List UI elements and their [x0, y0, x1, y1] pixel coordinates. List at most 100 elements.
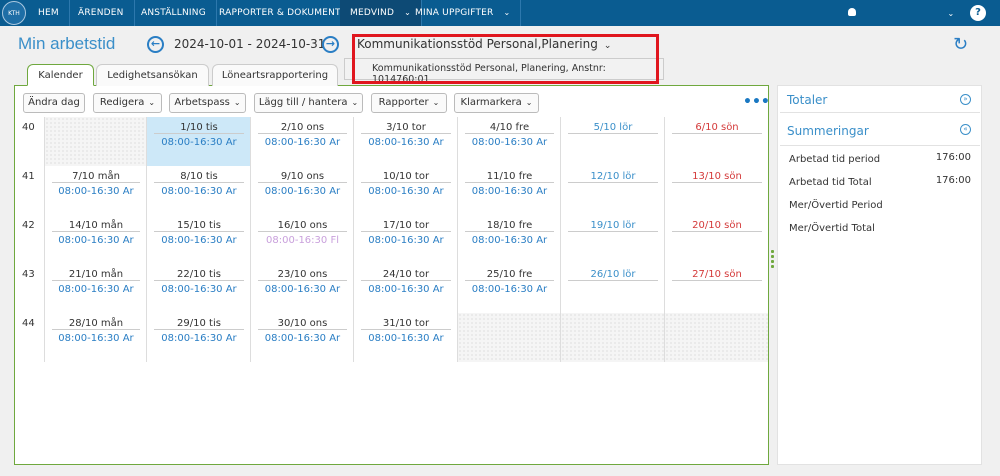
calendar-day-cell[interactable]: 15/10 tis 08:00-16:30 Ar	[146, 215, 250, 264]
shift-entry[interactable]: 08:00-16:30 Ar	[458, 186, 561, 197]
calendar-day-cell[interactable]: 2/10 ons 08:00-16:30 Ar	[250, 117, 353, 166]
shift-entry[interactable]: 08:00-16:30 Ar	[251, 284, 354, 295]
shift-entry[interactable]: 08:00-16:30 Ar	[45, 333, 147, 344]
calendar-day-cell[interactable]: 22/10 tis 08:00-16:30 Ar	[146, 264, 250, 313]
day-label: 31/10 tor	[361, 318, 451, 330]
shift-entry[interactable]: 08:00-16:30 Ar	[354, 137, 458, 148]
calendar-day-cell[interactable]: 31/10 tor 08:00-16:30 Ar	[353, 313, 457, 362]
tab-kalender[interactable]: Kalender	[27, 64, 94, 86]
chevron-down-icon: ⌄	[947, 9, 955, 18]
calendar-day-cell[interactable]: 12/10 lör	[560, 166, 664, 215]
calendar-day-cell[interactable]: 8/10 tis 08:00-16:30 Ar	[146, 166, 250, 215]
shift-entry[interactable]: 08:00-16:30 Ar	[45, 284, 147, 295]
calendar-day-cell[interactable]: 19/10 lör	[560, 215, 664, 264]
calendar-day-cell[interactable]: 13/10 sön	[664, 166, 768, 215]
nav-item-rapporter[interactable]: RAPPORTER & DOKUMENT	[209, 0, 352, 26]
shift-entry[interactable]: 08:00-16:30 Ar	[45, 235, 147, 246]
next-period-icon[interactable]: →	[322, 36, 339, 53]
calendar-day-cell[interactable]: 27/10 sön	[664, 264, 768, 313]
summary-label: Arbetad tid period	[789, 154, 881, 165]
calendar-day-cell[interactable]: 21/10 mån 08:00-16:30 Ar	[44, 264, 146, 313]
divider	[780, 112, 980, 113]
shifts-button[interactable]: Arbetspass ⌄	[169, 93, 246, 113]
calendar-day-cell[interactable]: 7/10 mån 08:00-16:30 Ar	[44, 166, 146, 215]
change-day-button[interactable]: Ändra dag	[23, 93, 85, 113]
calendar-day-cell[interactable]: 6/10 sön	[664, 117, 768, 166]
summaries-heading: Summeringar	[787, 124, 869, 138]
calendar-day-cell[interactable]: 3/10 tor 08:00-16:30 Ar	[353, 117, 457, 166]
reports-button[interactable]: Rapporter ⌄	[371, 93, 447, 113]
nav-item-arenden[interactable]: ÄRENDEN	[68, 0, 135, 26]
shift-entry[interactable]: 08:00-16:30 Ar	[458, 235, 561, 246]
calendar-day-cell[interactable]: 1/10 tis 08:00-16:30 Ar	[146, 117, 250, 166]
calendar-day-cell[interactable]: 26/10 lör	[560, 264, 664, 313]
shift-entry[interactable]: 08:00-16:30 Ar	[147, 333, 251, 344]
shift-entry[interactable]: 08:00-16:30 Ar	[354, 235, 458, 246]
user-menu[interactable]: ⌄	[848, 0, 954, 26]
calendar-day-cell[interactable]: 9/10 ons 08:00-16:30 Ar	[250, 166, 353, 215]
calendar-day-cell[interactable]: 5/10 lör	[560, 117, 664, 166]
prev-period-icon[interactable]: ←	[147, 36, 164, 53]
nav-item-hem[interactable]: HEM	[28, 0, 70, 26]
calendar-day-cell[interactable]: 29/10 tis 08:00-16:30 Ar	[146, 313, 250, 362]
nav-label: HEM	[38, 8, 59, 18]
nav-item-anstallning[interactable]: ANSTÄLLNING	[131, 0, 217, 26]
nav-label: MINA UPPGIFTER	[415, 8, 494, 18]
shift-entry[interactable]: 08:00-16:30 Ar	[251, 333, 354, 344]
shift-entry[interactable]: 08:00-16:30 Ar	[251, 186, 354, 197]
refresh-icon[interactable]: ↻	[953, 34, 968, 55]
help-icon[interactable]: ?	[970, 5, 986, 21]
day-label: 30/10 ons	[258, 318, 347, 330]
kth-logo[interactable]: KTH	[2, 1, 26, 25]
edit-button[interactable]: Redigera ⌄	[93, 93, 162, 113]
shift-entry[interactable]: 08:00-16:30 Fl	[251, 235, 354, 246]
shift-entry[interactable]: 08:00-16:30 Ar	[147, 284, 251, 295]
mark-done-button[interactable]: Klarmarkera ⌄	[454, 93, 539, 113]
user-icon	[848, 8, 856, 16]
calendar-day-cell[interactable]: 17/10 tor 08:00-16:30 Ar	[353, 215, 457, 264]
day-label: 4/10 fre	[465, 122, 554, 134]
calendar-day-cell[interactable]: 30/10 ons 08:00-16:30 Ar	[250, 313, 353, 362]
shift-entry[interactable]: 08:00-16:30 Ar	[147, 186, 251, 197]
nav-label: RAPPORTER & DOKUMENT	[219, 8, 341, 18]
calendar-day-cell[interactable]: 16/10 ons 08:00-16:30 Fl	[250, 215, 353, 264]
calendar-day-cell[interactable]: 28/10 mån 08:00-16:30 Ar	[44, 313, 146, 362]
totals-heading: Totaler	[787, 93, 828, 107]
calendar-day-cell[interactable]: 24/10 tor 08:00-16:30 Ar	[353, 264, 457, 313]
day-label: 13/10 sön	[672, 171, 762, 183]
shift-entry[interactable]: 08:00-16:30 Ar	[147, 235, 251, 246]
chevron-down-icon: ⌄	[525, 98, 533, 107]
shift-entry[interactable]: 08:00-16:30 Ar	[45, 186, 147, 197]
calendar-day-cell[interactable]: 14/10 mån 08:00-16:30 Ar	[44, 215, 146, 264]
nav-item-mina-uppgifter[interactable]: MINA UPPGIFTER ⌄	[405, 0, 522, 26]
day-label: 24/10 tor	[361, 269, 451, 281]
nav-label: ANSTÄLLNING	[141, 8, 206, 18]
calendar-day-cell[interactable]: 25/10 fre 08:00-16:30 Ar	[457, 264, 560, 313]
shift-entry[interactable]: 08:00-16:30 Ar	[354, 186, 458, 197]
shift-entry[interactable]: 08:00-16:30 Ar	[354, 333, 458, 344]
shift-entry[interactable]: 08:00-16:30 Ar	[458, 284, 561, 295]
nav-label: ÄRENDEN	[78, 8, 124, 18]
calendar-day-cell[interactable]: 11/10 fre 08:00-16:30 Ar	[457, 166, 560, 215]
calendar-day-cell[interactable]: 18/10 fre 08:00-16:30 Ar	[457, 215, 560, 264]
side-panel	[777, 85, 982, 465]
tab-ledighetsansokan[interactable]: Ledighetsansökan	[96, 64, 209, 86]
chevron-double-up-icon[interactable]: «	[960, 124, 971, 135]
more-options-icon[interactable]: •••	[743, 94, 770, 110]
add-manage-button[interactable]: Lägg till / hantera ⌄	[254, 93, 363, 113]
day-label: 5/10 lör	[568, 122, 658, 134]
shift-entry[interactable]: 08:00-16:30 Ar	[251, 137, 354, 148]
calendar-day-cell[interactable]: 23/10 ons 08:00-16:30 Ar	[250, 264, 353, 313]
calendar-day-cell[interactable]: 20/10 sön	[664, 215, 768, 264]
calendar-day-cell[interactable]: 4/10 fre 08:00-16:30 Ar	[457, 117, 560, 166]
page-title: Min arbetstid	[18, 34, 116, 53]
shift-entry[interactable]: 08:00-16:30 Ar	[147, 137, 251, 148]
calendar-day-cell[interactable]: 10/10 tor 08:00-16:30 Ar	[353, 166, 457, 215]
shift-entry[interactable]: 08:00-16:30 Ar	[458, 137, 561, 148]
shift-entry[interactable]: 08:00-16:30 Ar	[354, 284, 458, 295]
panel-splitter-handle[interactable]	[771, 250, 774, 270]
chevron-double-right-icon[interactable]: »	[960, 94, 971, 105]
tab-loneartsrapportering[interactable]: Löneartsrapportering	[212, 64, 338, 86]
highlight-box	[352, 34, 659, 84]
day-label: 10/10 tor	[361, 171, 451, 183]
